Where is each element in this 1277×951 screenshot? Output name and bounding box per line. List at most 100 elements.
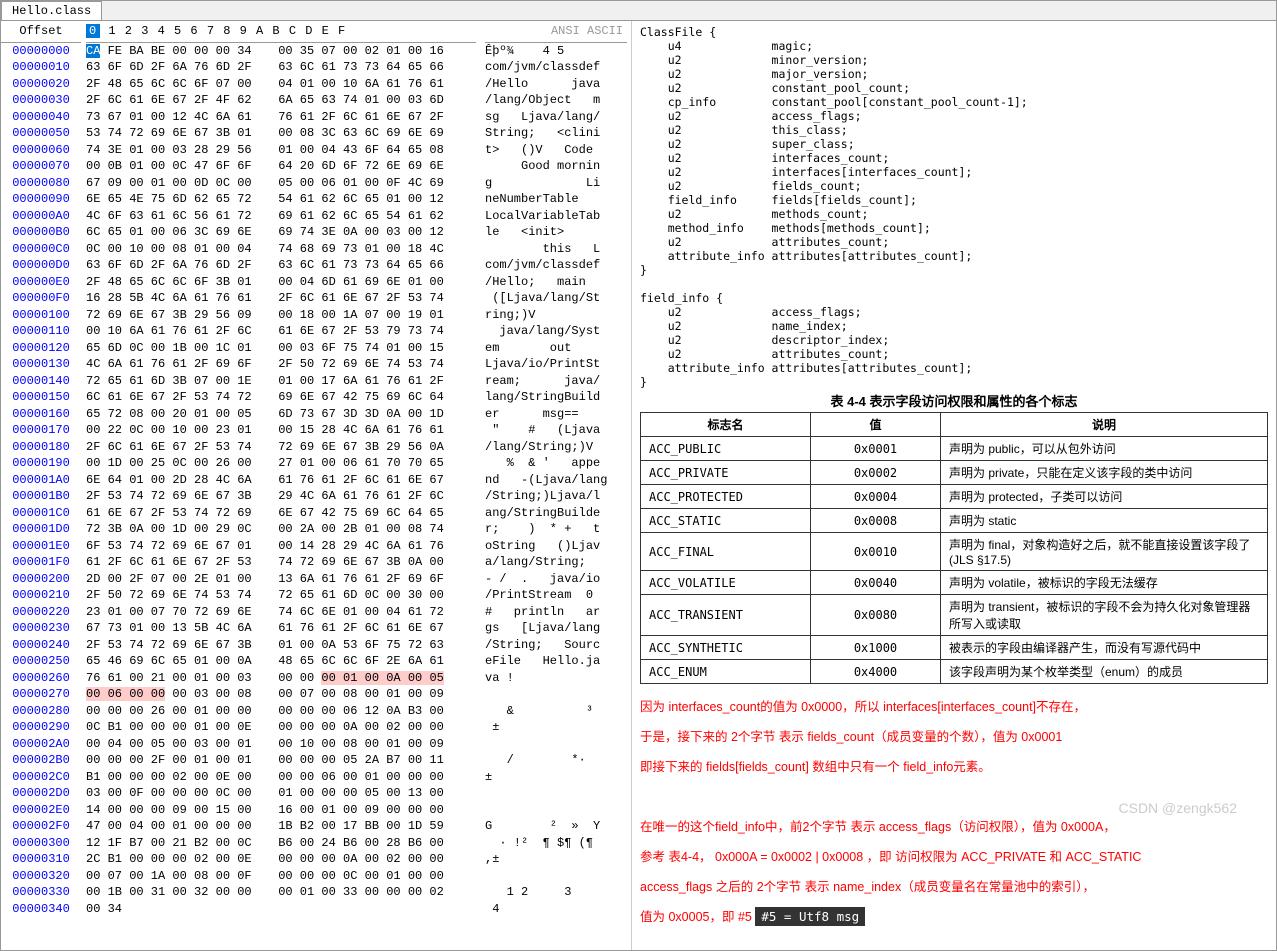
bytes-row[interactable]: 72 65 61 6D 3B 07 00 1E 01 00 17 6A 61 7… — [86, 373, 476, 390]
ascii-row: eFile Hello.ja — [485, 653, 627, 670]
bytes-row[interactable]: 61 2F 6C 61 6E 67 2F 53 74 72 69 6E 67 3… — [86, 554, 476, 571]
offset-row: 00000270 — [1, 686, 81, 703]
bytes-row[interactable]: 2C B1 00 00 00 02 00 0E 00 00 00 0A 00 0… — [86, 851, 476, 868]
bytes-row[interactable]: 2F 48 65 6C 6C 6F 07 00 04 01 00 10 6A 6… — [86, 76, 476, 93]
bytes-row[interactable]: 6C 61 6E 67 2F 53 74 72 69 6E 67 42 75 6… — [86, 389, 476, 406]
bytes-row[interactable]: 65 72 08 00 20 01 00 05 6D 73 67 3D 3D 0… — [86, 406, 476, 423]
offset-row: 00000100 — [1, 307, 81, 324]
bytes-row[interactable]: 2F 6C 61 6E 67 2F 53 74 72 69 6E 67 3B 2… — [86, 439, 476, 456]
bytes-row[interactable]: 00 34 — [86, 901, 476, 918]
note-line: 值为 0x0005，即 #5 #5 = Utf8 msg — [640, 904, 1268, 930]
bytes-row[interactable]: 4C 6F 63 61 6C 56 61 72 69 61 62 6C 65 5… — [86, 208, 476, 225]
bytes-row[interactable]: 00 1D 00 25 0C 00 26 00 27 01 00 06 61 7… — [86, 455, 476, 472]
ascii-row: nd -(Ljava/lang — [485, 472, 627, 489]
bytes-row[interactable]: 0C 00 10 00 08 01 00 04 74 68 69 73 01 0… — [86, 241, 476, 258]
offset-row: 00000190 — [1, 455, 81, 472]
bytes-row[interactable]: 72 3B 0A 00 1D 00 29 0C 00 2A 00 2B 01 0… — [86, 521, 476, 538]
bytes-row[interactable]: 03 00 0F 00 00 00 0C 00 01 00 00 00 05 0… — [86, 785, 476, 802]
offset-row: 000001D0 — [1, 521, 81, 538]
bytes-row[interactable]: 00 10 6A 61 76 61 2F 6C 61 6E 67 2F 53 7… — [86, 323, 476, 340]
tab-hello-class[interactable]: Hello.class — [1, 1, 102, 20]
ascii-row: oString ()Ljav — [485, 538, 627, 555]
ascii-row: java/lang/Syst — [485, 323, 627, 340]
ascii-row: LocalVariableTab — [485, 208, 627, 225]
offset-row: 00000220 — [1, 604, 81, 621]
bytes-row[interactable]: 23 01 00 07 70 72 69 6E 74 6C 6E 01 00 0… — [86, 604, 476, 621]
bytes-row[interactable]: 16 28 5B 4C 6A 61 76 61 2F 6C 61 6E 67 2… — [86, 290, 476, 307]
bytes-row[interactable]: 72 69 6E 67 3B 29 56 09 00 18 00 1A 07 0… — [86, 307, 476, 324]
access-flags-table: 标志名 值 说明 ACC_PUBLIC0x0001声明为 public，可以从包… — [640, 412, 1268, 684]
offset-row: 000001C0 — [1, 505, 81, 522]
bytes-row[interactable]: 0C B1 00 00 00 01 00 0E 00 00 00 0A 00 0… — [86, 719, 476, 736]
bytes-row[interactable]: 4C 6A 61 76 61 2F 69 6F 2F 50 72 69 6E 7… — [86, 356, 476, 373]
ascii-row: a/lang/String; — [485, 554, 627, 571]
bytes-row[interactable]: 00 22 0C 00 10 00 23 01 00 15 28 4C 6A 6… — [86, 422, 476, 439]
bytes-row[interactable]: 6E 64 01 00 2D 28 4C 6A 61 76 61 2F 6C 6… — [86, 472, 476, 489]
bytes-row[interactable]: 53 74 72 69 6E 67 3B 01 00 08 3C 63 6C 6… — [86, 125, 476, 142]
bytes-row[interactable]: 47 00 04 00 01 00 00 00 1B B2 00 17 BB 0… — [86, 818, 476, 835]
ascii-row: gs [Ljava/lang — [485, 620, 627, 637]
ascii-row: " # (Ljava — [485, 422, 627, 439]
bytes-row[interactable]: 67 09 00 01 00 0D 0C 00 05 00 06 01 00 0… — [86, 175, 476, 192]
ascii-row — [485, 736, 627, 753]
offset-row: 000000C0 — [1, 241, 81, 258]
bytes-row[interactable]: 12 1F B7 00 21 B2 00 0C B6 00 24 B6 00 2… — [86, 835, 476, 852]
ascii-row: 4 — [485, 901, 627, 918]
th-flagname: 标志名 — [641, 413, 811, 437]
bytes-row[interactable]: 65 6D 0C 00 1B 00 1C 01 00 03 6F 75 74 0… — [86, 340, 476, 357]
bytes-row[interactable]: 00 07 00 1A 00 08 00 0F 00 00 00 0C 00 0… — [86, 868, 476, 885]
bytes-row[interactable]: 61 6E 67 2F 53 74 72 69 6E 67 42 75 69 6… — [86, 505, 476, 522]
offset-row: 00000110 — [1, 323, 81, 340]
bytes-row[interactable]: 00 0B 01 00 0C 47 6F 6F 64 20 6D 6F 72 6… — [86, 158, 476, 175]
offset-row: 00000020 — [1, 76, 81, 93]
bytes-row[interactable]: 76 61 00 21 00 01 00 03 00 00 00 01 00 0… — [86, 670, 476, 687]
bytes-row[interactable]: 2D 00 2F 07 00 2E 01 00 13 6A 61 76 61 2… — [86, 571, 476, 588]
ascii-row: com/jvm/classdef — [485, 59, 627, 76]
bytes-row[interactable]: 00 1B 00 31 00 32 00 00 00 01 00 33 00 0… — [86, 884, 476, 901]
classfile-structure: ClassFile { u4 magic; u2 minor_version; … — [640, 25, 1268, 389]
bytes-row[interactable]: 2F 53 74 72 69 6E 67 3B 01 00 0A 53 6F 7… — [86, 637, 476, 654]
bytes-row[interactable]: 73 67 01 00 12 4C 6A 61 76 61 2F 6C 61 6… — [86, 109, 476, 126]
bytes-row[interactable]: 2F 53 74 72 69 6E 67 3B 29 4C 6A 61 76 6… — [86, 488, 476, 505]
bytes-row[interactable]: 00 00 00 2F 00 01 00 01 00 00 00 05 2A B… — [86, 752, 476, 769]
bytes-row[interactable]: 00 00 00 26 00 01 00 00 00 00 00 06 12 0… — [86, 703, 476, 720]
analysis-notes: 因为 interfaces_count的值为 0x0000，所以 interfa… — [640, 694, 1268, 950]
bytes-row[interactable]: CA FE BA BE 00 00 00 34 00 35 07 00 02 0… — [86, 43, 476, 60]
bytes-row[interactable]: 65 46 69 6C 65 01 00 0A 48 65 6C 6C 6F 2… — [86, 653, 476, 670]
ascii-row: ring;)V — [485, 307, 627, 324]
bytes-row[interactable]: 63 6F 6D 2F 6A 76 6D 2F 63 6C 61 73 73 6… — [86, 59, 476, 76]
note-line: 在唯一的这个field_info中，前2个字节 表示 access_flags（… — [640, 814, 1268, 840]
ascii-row: com/jvm/classdef — [485, 257, 627, 274]
ascii-row: /String;)Ljava/l — [485, 488, 627, 505]
bytes-row[interactable]: 67 73 01 00 13 5B 4C 6A 61 76 61 2F 6C 6… — [86, 620, 476, 637]
ascii-row: r; ) * + t — [485, 521, 627, 538]
bytes-row[interactable]: 6C 65 01 00 06 3C 69 6E 69 74 3E 0A 00 0… — [86, 224, 476, 241]
ascii-row: ± — [485, 769, 627, 786]
offset-row: 00000250 — [1, 653, 81, 670]
bytes-row[interactable]: 6F 53 74 72 69 6E 67 01 00 14 28 29 4C 6… — [86, 538, 476, 555]
bytes-row[interactable]: 2F 50 72 69 6E 74 53 74 72 65 61 6D 0C 0… — [86, 587, 476, 604]
note-line: 参考 表4-4， 0x000A = 0x0002 | 0x0008 ，即 访问权… — [640, 844, 1268, 870]
offset-row: 000001E0 — [1, 538, 81, 555]
table-title: 表 4-4 表示字段访问权限和属性的各个标志 — [640, 391, 1268, 410]
offset-row: 00000140 — [1, 373, 81, 390]
table-row: ACC_PRIVATE0x0002声明为 private，只能在定义该字段的类中… — [641, 461, 1268, 485]
table-row: ACC_TRANSIENT0x0080声明为 transient，被标识的字段不… — [641, 595, 1268, 636]
ascii-row: /lang/String;)V — [485, 439, 627, 456]
bytes-row[interactable]: 2F 6C 61 6E 67 2F 4F 62 6A 65 63 74 01 0… — [86, 92, 476, 109]
bytes-row[interactable]: 00 06 00 00 00 03 00 08 00 07 00 08 00 0… — [86, 686, 476, 703]
offset-row: 00000080 — [1, 175, 81, 192]
bytes-column[interactable]: 0 1 2 3 4 5 6 7 8 9 A B C D E F CA FE BA… — [81, 21, 481, 950]
bytes-row[interactable]: 14 00 00 00 09 00 15 00 16 00 01 00 09 0… — [86, 802, 476, 819]
bytes-row[interactable]: 63 6F 6D 2F 6A 76 6D 2F 63 6C 61 73 73 6… — [86, 257, 476, 274]
offset-row: 000000E0 — [1, 274, 81, 291]
bytes-row[interactable]: 2F 48 65 6C 6C 6F 3B 01 00 04 6D 61 69 6… — [86, 274, 476, 291]
table-row: ACC_SYNTHETIC0x1000被表示的字段由编译器产生，而没有写源代码中 — [641, 636, 1268, 660]
ascii-row: ,± — [485, 851, 627, 868]
offset-row: 000002E0 — [1, 802, 81, 819]
bytes-row[interactable]: 6E 65 4E 75 6D 62 65 72 54 61 62 6C 65 0… — [86, 191, 476, 208]
bytes-row[interactable]: 74 3E 01 00 03 28 29 56 01 00 04 43 6F 6… — [86, 142, 476, 159]
offset-row: 00000050 — [1, 125, 81, 142]
bytes-row[interactable]: B1 00 00 00 02 00 0E 00 00 00 06 00 01 0… — [86, 769, 476, 786]
bytes-row[interactable]: 00 04 00 05 00 03 00 01 00 10 00 08 00 0… — [86, 736, 476, 753]
